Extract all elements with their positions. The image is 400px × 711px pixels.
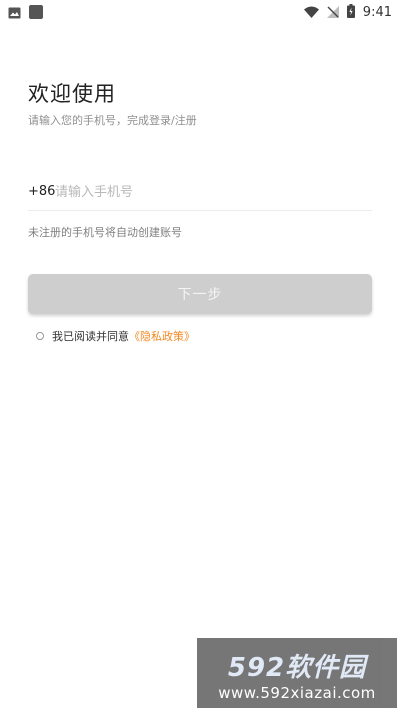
phone-input[interactable] (55, 180, 355, 204)
login-screen: 9:41 欢迎使用 请输入您的手机号，完成登录/注册 +86 未注册的手机号将自… (0, 0, 400, 711)
image-icon (8, 4, 21, 23)
country-code[interactable]: +86 (28, 184, 55, 199)
status-time: 9:41 (362, 5, 392, 20)
signal-icon (326, 3, 339, 22)
watermark: 592软件园 www.592xiazai.com (197, 638, 397, 708)
privacy-policy-link[interactable]: 《隐私政策》 (129, 328, 195, 344)
status-bar-left (8, 4, 43, 23)
watermark-url: www.592xiazai.com (218, 684, 376, 702)
battery-icon (346, 3, 355, 22)
next-button[interactable]: 下一步 (28, 274, 372, 314)
agreement-text: 我已阅读并同意 (52, 330, 129, 343)
welcome-subtitle: 请输入您的手机号，完成登录/注册 (28, 114, 197, 127)
phone-input-row: +86 (28, 178, 372, 211)
status-bar-right: 9:41 (303, 3, 392, 22)
app-icon (29, 4, 43, 23)
phone-hint: 未注册的手机号将自动创建账号 (28, 226, 182, 239)
agree-radio[interactable] (36, 332, 44, 340)
watermark-logo: 592软件园 (227, 652, 367, 683)
wifi-icon (303, 3, 319, 22)
status-bar: 9:41 (0, 0, 400, 24)
agreement-row: 我已阅读并同意 《隐私政策》 (36, 328, 195, 344)
welcome-title: 欢迎使用 (28, 82, 116, 106)
